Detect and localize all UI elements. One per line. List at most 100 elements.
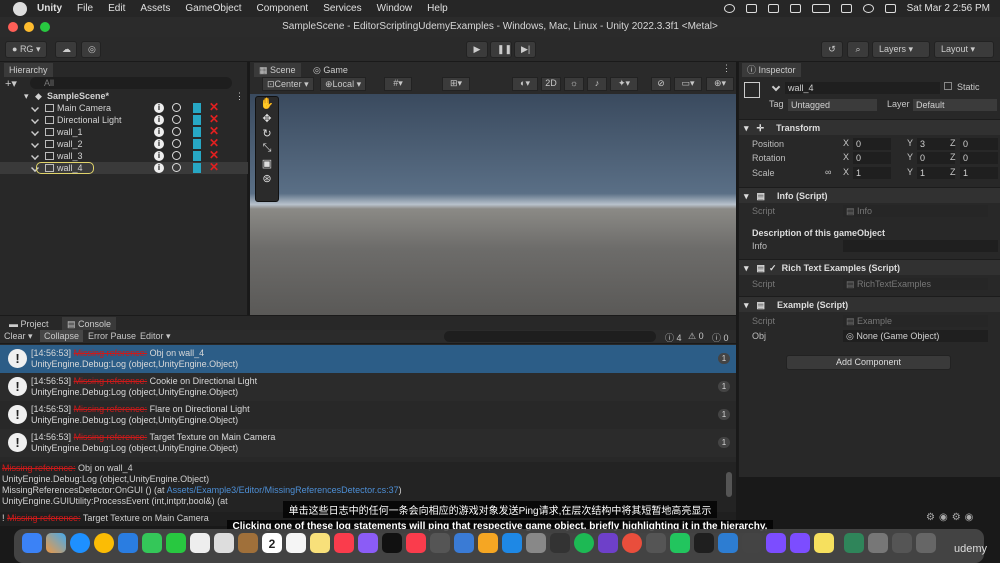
app-icon[interactable] bbox=[868, 533, 888, 553]
unity-icon[interactable] bbox=[742, 533, 762, 553]
facetime-icon[interactable] bbox=[166, 533, 186, 553]
menu-window[interactable]: Window bbox=[377, 3, 413, 14]
calendar-icon[interactable]: 2 bbox=[262, 533, 282, 553]
menu-assets[interactable]: Assets bbox=[140, 3, 170, 14]
object-name-field[interactable]: wall_4 bbox=[785, 82, 940, 94]
scene-viewport[interactable]: ✋ ✥ ↻ ⤡ ▣ ⊛ bbox=[250, 94, 736, 315]
firefox-icon[interactable] bbox=[622, 533, 642, 553]
menu-help[interactable]: Help bbox=[427, 3, 448, 14]
scale-x-field[interactable]: 1 bbox=[853, 167, 891, 179]
log-entry[interactable]: ! [14:56:53] Missing reference: Flare on… bbox=[0, 401, 736, 429]
magnifier-icon[interactable] bbox=[172, 103, 181, 112]
log-entry-selected[interactable]: ! [14:56:53] Missing reference: Obj on w… bbox=[0, 345, 736, 373]
app-icon[interactable] bbox=[718, 533, 738, 553]
cloud-icon[interactable]: ☁ bbox=[55, 41, 77, 58]
log-entry[interactable]: ! [14:56:53] Missing reference: Target T… bbox=[0, 429, 736, 457]
active-checkbox[interactable] bbox=[31, 116, 39, 124]
tab-hierarchy[interactable]: Hierarchy bbox=[4, 63, 53, 77]
tab-game[interactable]: ◎ Game bbox=[308, 63, 353, 77]
static-checkbox[interactable] bbox=[944, 82, 952, 90]
position-x-field[interactable]: 0 bbox=[853, 138, 891, 150]
collab-icon[interactable]: ◎ bbox=[81, 41, 101, 58]
menu-gameobject[interactable]: GameObject bbox=[185, 3, 241, 14]
rider-icon[interactable] bbox=[766, 533, 786, 553]
safari-icon[interactable] bbox=[70, 533, 90, 553]
rotation-x-field[interactable]: 0 bbox=[853, 152, 891, 164]
pause-button[interactable]: ❚❚ bbox=[490, 41, 512, 58]
rich-text-header[interactable]: ▾ ▤ ✓ Rich Text Examples (Script) bbox=[739, 259, 1000, 275]
tv-icon[interactable] bbox=[382, 533, 402, 553]
draw-mode-icon[interactable]: ◐▾ bbox=[512, 77, 538, 91]
active-checkbox[interactable] bbox=[31, 104, 39, 112]
transform-header[interactable]: ▾ ✛ Transform bbox=[739, 119, 1000, 135]
error-filter-button[interactable]: ⓘ 4 bbox=[665, 331, 682, 344]
expand-arrow-icon[interactable]: ▾ bbox=[744, 263, 749, 273]
contacts-icon[interactable] bbox=[238, 533, 258, 553]
bag-icon[interactable] bbox=[745, 4, 757, 13]
magnifier-icon[interactable] bbox=[172, 151, 181, 160]
position-z-field[interactable]: 0 bbox=[960, 138, 998, 150]
error-pause-toggle[interactable]: Error Pause bbox=[88, 331, 136, 341]
music-icon[interactable] bbox=[334, 533, 354, 553]
console-search-input[interactable] bbox=[444, 331, 656, 342]
app-store-icon[interactable] bbox=[502, 533, 522, 553]
detail-scrollbar[interactable] bbox=[726, 472, 732, 497]
info-script-header[interactable]: ▾ ▤ Info (Script) bbox=[739, 187, 1000, 203]
scale-z-field[interactable]: 1 bbox=[960, 167, 998, 179]
notes-icon[interactable] bbox=[310, 533, 330, 553]
finder-icon[interactable] bbox=[22, 533, 42, 553]
unity-hub-icon[interactable] bbox=[550, 533, 570, 553]
hand-tool-icon[interactable]: ✋ bbox=[256, 97, 278, 112]
app-icon[interactable] bbox=[646, 533, 666, 553]
add-component-button[interactable]: Add Component bbox=[786, 355, 951, 370]
search-icon[interactable]: ⌕ bbox=[847, 41, 869, 58]
messages-icon[interactable] bbox=[142, 533, 162, 553]
info-icon[interactable]: i bbox=[154, 151, 164, 161]
rotate-tool-icon[interactable]: ↻ bbox=[256, 127, 278, 142]
menubar-clock[interactable]: Sat Mar 2 2:56 PM bbox=[907, 3, 990, 14]
camera-icon[interactable]: ▭▾ bbox=[674, 77, 702, 91]
active-checkbox[interactable] bbox=[31, 140, 39, 148]
downloads-icon[interactable] bbox=[892, 533, 912, 553]
magnifier-icon[interactable] bbox=[172, 115, 181, 124]
active-checkbox[interactable] bbox=[771, 82, 781, 92]
stocks-icon[interactable] bbox=[430, 533, 450, 553]
audio-icon[interactable]: ♪ bbox=[587, 77, 607, 91]
editor-dropdown[interactable]: Editor ▾ bbox=[140, 331, 171, 342]
app-icon[interactable] bbox=[790, 533, 810, 553]
space-dropdown[interactable]: ⊕Local ▾ bbox=[320, 77, 367, 91]
app-icon[interactable] bbox=[670, 533, 690, 553]
search-icon[interactable] bbox=[862, 4, 874, 13]
add-icon[interactable]: +▾ bbox=[5, 77, 17, 90]
magnifier-icon[interactable] bbox=[172, 163, 181, 172]
active-checkbox[interactable] bbox=[31, 128, 39, 136]
maps-icon[interactable] bbox=[214, 533, 234, 553]
magnifier-icon[interactable] bbox=[172, 127, 181, 136]
tag-dropdown[interactable]: Untagged bbox=[788, 99, 877, 111]
rect-tool-icon[interactable]: ▣ bbox=[256, 157, 278, 172]
menu-services[interactable]: Services bbox=[323, 3, 361, 14]
podcasts-icon[interactable] bbox=[358, 533, 378, 553]
photos-icon[interactable] bbox=[190, 533, 210, 553]
example-script-header[interactable]: ▾ ▤ Example (Script) bbox=[739, 296, 1000, 312]
keynote-icon[interactable] bbox=[454, 533, 474, 553]
news-icon[interactable] bbox=[406, 533, 426, 553]
layers-dropdown[interactable]: Layers ▾ bbox=[872, 41, 930, 58]
menu-component[interactable]: Component bbox=[257, 3, 309, 14]
trash-icon[interactable] bbox=[916, 533, 936, 553]
transform-tool-icon[interactable]: ⊛ bbox=[256, 172, 278, 187]
tab-scene[interactable]: ▦ Scene bbox=[254, 63, 301, 77]
menu-edit[interactable]: Edit bbox=[108, 3, 125, 14]
more-icon[interactable]: ⋮ bbox=[722, 63, 731, 74]
spotify-icon[interactable] bbox=[574, 533, 594, 553]
hierarchy-search-input[interactable]: All bbox=[30, 77, 232, 89]
visibility-icon[interactable]: ⊘ bbox=[651, 77, 671, 91]
script-link[interactable]: Assets/Example3/Editor/MissingReferences… bbox=[167, 485, 399, 495]
expand-arrow-icon[interactable]: ▾ bbox=[744, 300, 749, 310]
pivot-dropdown[interactable]: ⊡Center ▾ bbox=[262, 77, 314, 91]
tab-project[interactable]: ▬ Project bbox=[4, 317, 54, 331]
menu-file[interactable]: File bbox=[77, 3, 93, 14]
hierarchy-item-wall-4[interactable]: wall_4 i ✕ bbox=[0, 161, 248, 174]
obj-field[interactable]: ◎ None (Game Object) bbox=[843, 330, 988, 342]
toggle-2d-button[interactable]: 2D bbox=[541, 77, 561, 91]
